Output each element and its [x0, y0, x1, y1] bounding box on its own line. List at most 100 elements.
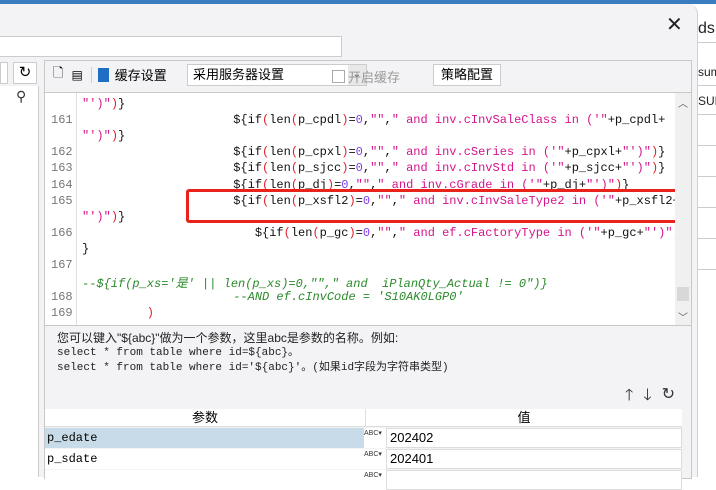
sql-panel: 🗋 ▤ 缓存设置 采用服务器设置 ⌄ 开启缓存 策略配置 "')")} 161 $…	[44, 60, 692, 490]
param-name[interactable]: p_edate	[45, 428, 364, 448]
param-value-input[interactable]	[386, 470, 682, 490]
param-value-input[interactable]: 202402	[386, 428, 682, 448]
code-token: ${if	[82, 225, 284, 240]
line-number: 163	[51, 161, 73, 176]
line-number: 162	[51, 145, 73, 160]
refresh-icon[interactable]: ↻	[662, 384, 675, 411]
line-number: 164	[51, 177, 73, 192]
code-token: "')"	[622, 161, 651, 176]
code-token: =	[348, 161, 356, 176]
code-line: "')")}	[82, 129, 125, 143]
code-token: (	[290, 145, 299, 160]
refresh-icon[interactable]: ↻	[13, 62, 37, 84]
sql-icon[interactable]: ▤	[71, 68, 82, 82]
line-number: 165	[51, 193, 73, 208]
code-token: len	[269, 161, 291, 176]
code-line: )	[82, 306, 154, 320]
code-token: ,	[362, 161, 371, 176]
code-token: " and ef.cFactoryType in ('"	[398, 225, 601, 240]
code-token: )	[82, 306, 155, 321]
code-token: "')"	[643, 225, 673, 240]
left-panel: ⚲	[0, 86, 39, 477]
type-label: ABC	[364, 451, 379, 458]
bg-cell	[698, 208, 716, 239]
code-token: ,	[384, 161, 392, 176]
code-line: ${if(len(p_cpxl)=0,""," and inv.cSeries …	[82, 145, 665, 159]
code-token: }	[82, 241, 90, 256]
code-token: ${if	[82, 161, 263, 176]
header-param: 参数	[45, 409, 366, 426]
code-token: "')"	[82, 97, 111, 111]
sql-editor[interactable]: "')")} 161 ${if(len(p_cpdl)=0,""," and in…	[45, 92, 691, 326]
code-token: "')"	[622, 145, 651, 160]
code-token: (	[290, 113, 299, 128]
scroll-up-icon[interactable]: ︿	[678, 95, 688, 110]
arrow-up-icon[interactable]: 🡑	[625, 384, 633, 411]
code-token: " and inv.cInvSaleClass in ('"	[391, 113, 608, 128]
code-token: p_gc	[319, 225, 349, 240]
param-name[interactable]: p_sdate	[45, 449, 364, 469]
code-token: =	[348, 145, 356, 160]
code-line: --AND ef.cInvCode = 'S10AK0LGP0'	[82, 290, 463, 304]
type-abc-icon[interactable]: ABC▾	[364, 449, 386, 469]
line-number: 161	[51, 113, 73, 128]
table-header: 参数 值	[45, 409, 682, 427]
enable-cache-checkbox[interactable]: 开启缓存	[332, 67, 400, 86]
code-token: (	[290, 161, 299, 176]
code-token: 0	[355, 161, 363, 176]
line-number: 168	[51, 290, 73, 305]
arrow-down-icon[interactable]: 🡓	[643, 384, 651, 411]
left-tool-button[interactable]	[0, 62, 8, 84]
checkbox-box[interactable]	[332, 70, 345, 83]
bg-cell: ds	[698, 16, 716, 43]
cache-mode-value: 采用服务器设置	[193, 67, 285, 82]
toolbar: 🗋 ▤ 缓存设置	[53, 61, 167, 88]
code-token: ""	[377, 225, 392, 240]
code-token: +p_cpdl+	[607, 113, 666, 128]
code-token: +p_cpxl+	[564, 145, 623, 160]
editor-scrollbar[interactable]: ︿ ﹀	[675, 93, 691, 325]
highlight-box	[186, 189, 684, 223]
close-icon[interactable]: ✕	[666, 12, 683, 37]
type-abc-icon[interactable]: ABC▾	[364, 470, 386, 490]
preview-icon[interactable]: 🗋	[53, 64, 63, 86]
line-number: 169	[51, 306, 73, 321]
code-token: }	[658, 161, 666, 176]
bg-cell	[698, 146, 716, 177]
param-name[interactable]	[45, 470, 364, 490]
cache-settings-label: 缓存设置	[114, 68, 167, 83]
type-label: ABC	[364, 430, 379, 437]
code-token: p_sjcc	[298, 161, 342, 176]
code-token: "')"	[82, 209, 111, 224]
bg-cell: SUM	[698, 88, 716, 115]
strategy-config-button[interactable]: 策略配置	[433, 64, 501, 86]
param-value-input[interactable]: 202401	[386, 449, 682, 469]
bg-cell	[698, 115, 716, 146]
code-token: --${if(p_xs='是' || len(p_xs)=0,""," and …	[82, 277, 548, 292]
dataset-name-input[interactable]	[0, 36, 342, 57]
code-token: =	[355, 225, 363, 240]
code-token: )	[110, 129, 119, 144]
code-token: 0	[355, 145, 363, 160]
code-token: ,	[362, 145, 371, 160]
code-token: 0	[355, 113, 363, 128]
code-line: "')")}	[82, 97, 125, 111]
scroll-down-icon[interactable]: ﹀	[678, 309, 688, 324]
code-token: )	[348, 225, 356, 240]
code-token: len	[269, 145, 291, 160]
table-row[interactable]: ABC▾	[45, 470, 682, 490]
code-token: +p_gc+	[600, 225, 644, 240]
header-value: 值	[517, 410, 531, 425]
help-text: 您可以键入"${abc}"做为一个参数，这里abc是参数的名称。例如: sele…	[57, 331, 449, 376]
type-abc-icon[interactable]: ABC▾	[364, 428, 386, 448]
code-line: ${if(len(p_cpdl)=0,""," and inv.cInvSale…	[82, 113, 665, 127]
search-icon[interactable]: ⚲	[16, 88, 26, 105]
code-token: ,	[362, 113, 371, 128]
table-row[interactable]: p_sdate ABC▾ 202401	[45, 449, 682, 469]
table-row[interactable]: p_edate ABC▾ 202402	[45, 428, 682, 448]
scroll-thumb[interactable]	[677, 287, 689, 301]
code-token: )	[110, 209, 119, 224]
code-line: --${if(p_xs='是' || len(p_xs)=0,""," and …	[82, 274, 548, 291]
left-toolbar: ↻	[0, 60, 38, 86]
code-token: ""	[370, 113, 385, 128]
